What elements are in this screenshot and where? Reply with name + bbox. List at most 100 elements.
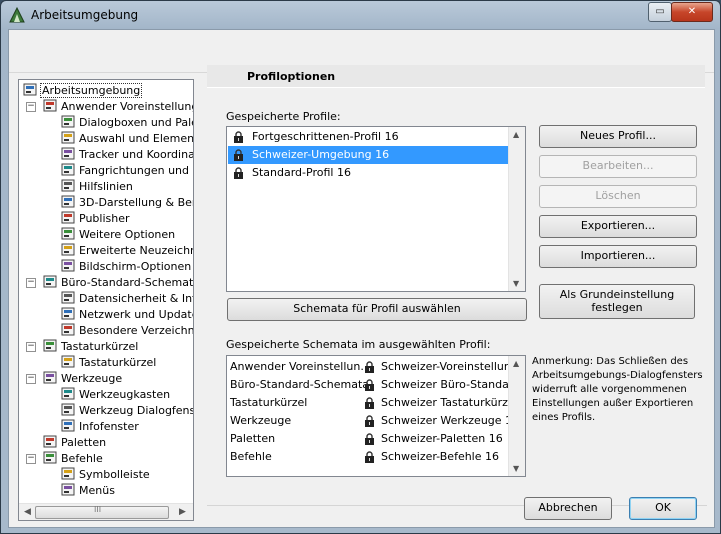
tools-icon [43, 371, 58, 385]
tree-item[interactable]: Tracker und Koordinater [61, 147, 193, 163]
commands-icon [43, 451, 58, 465]
delete-button[interactable]: Löschen [539, 185, 697, 208]
export-button[interactable]: Exportieren... [539, 215, 697, 238]
folder-icon [61, 323, 76, 337]
tree-content: Arbeitsumgebung − Anwender Voreinstellunge… [19, 80, 193, 503]
publisher-icon [61, 211, 76, 225]
tree-item[interactable]: Infofenster [61, 419, 139, 435]
lock-icon [364, 397, 375, 412]
tree-expander-icon[interactable]: − [26, 374, 36, 384]
lock-icon [233, 149, 244, 161]
tree-item[interactable]: Hilfslinien [61, 179, 133, 195]
menus-icon [61, 483, 76, 497]
schemes-scrollbar[interactable]: ▲ ▼ [508, 356, 525, 476]
schemes-list[interactable]: Anwender Voreinstellun... Schweizer-Vorei… [226, 355, 526, 477]
tree-item[interactable]: Bildschirm-Optionen [61, 259, 191, 275]
edit-button[interactable]: Bearbeiten... [539, 155, 697, 178]
tree-item-label: Hilfslinien [79, 180, 133, 193]
app-logo-icon [9, 7, 25, 23]
ok-button[interactable]: OK [629, 497, 697, 520]
section-heading: Profiloptionen [207, 65, 705, 88]
tree-item[interactable]: Tastaturkürzel [43, 339, 138, 355]
tree-item[interactable]: Werkzeugkasten [61, 387, 170, 403]
apply-schemes-button[interactable]: Schemata für Profil auswählen [227, 298, 527, 321]
maximize-button[interactable]: ▭ [648, 2, 672, 22]
scheme-name: Schweizer Werkzeuge 16 [381, 414, 520, 427]
note-text: Anmerkung: Das Schließen des Arbeitsumge… [532, 356, 703, 423]
tree-expander-icon[interactable]: − [26, 278, 36, 288]
3d-icon [61, 195, 76, 209]
tree-item[interactable]: Auswahl und Elementinf [61, 131, 193, 147]
tree-item[interactable]: Tastaturkürzel [61, 355, 156, 371]
tree-item[interactable]: Arbeitsumgebung [23, 83, 143, 99]
profile-name: Standard-Profil 16 [252, 166, 351, 179]
profile-item[interactable]: Schweizer-Umgebung 16 [228, 146, 510, 164]
tree-item[interactable]: Paletten [43, 435, 106, 451]
scroll-up-icon[interactable]: ▲ [513, 130, 519, 139]
tree-item[interactable]: Publisher [61, 211, 130, 227]
set-default-line1: Als Grundeinstellung [559, 288, 675, 301]
close-button[interactable]: ✕ [671, 2, 713, 22]
tree-item[interactable]: Symbolleiste [61, 467, 150, 483]
section-title: Profiloptionen [247, 70, 336, 83]
tree-item-label: Dialogboxen und Palette [79, 116, 193, 129]
tree-item-label: Tastaturkürzel [79, 356, 157, 369]
tree-item-label: Fangrichtungen und Ma [79, 164, 193, 177]
profiles-scrollbar[interactable]: ▲ ▼ [508, 127, 525, 291]
tree-item[interactable]: Erweiterte Neuzeichnen [61, 243, 193, 259]
lock-icon [364, 379, 375, 394]
tree-item[interactable]: Fangrichtungen und Ma [61, 163, 193, 179]
tree-item[interactable]: Datensicherheit & Integ [61, 291, 193, 307]
tree-item[interactable]: Menüs [61, 483, 115, 499]
cancel-button[interactable]: Abbrechen [524, 497, 612, 520]
tree-item[interactable]: Befehle [43, 451, 103, 467]
scroll-down-icon[interactable]: ▼ [513, 279, 519, 288]
scheme-category: Tastaturkürzel [230, 396, 308, 409]
lock-icon [364, 433, 375, 448]
lock-icon [364, 361, 375, 376]
tree-item[interactable]: Werkzeuge [43, 371, 122, 387]
scroll-grip: III [94, 505, 102, 514]
tree-item[interactable]: Dialogboxen und Palette [61, 115, 193, 131]
tree-expander-icon[interactable]: − [26, 454, 36, 464]
office-icon [43, 275, 58, 289]
profile-item[interactable]: Standard-Profil 16 [228, 164, 510, 182]
selection-icon [61, 131, 76, 145]
tree-expander-icon[interactable]: − [26, 342, 36, 352]
scroll-right-icon[interactable]: ▶ [179, 507, 186, 517]
tree-item[interactable]: Anwender Voreinstellungen [43, 99, 193, 115]
saved-profiles-label: Gespeicherte Profile: [226, 110, 341, 123]
tree-item-label: Anwender Voreinstellungen [61, 100, 193, 113]
tree-expander-icon[interactable]: − [26, 102, 36, 112]
scroll-thumb[interactable]: III [35, 505, 169, 519]
tree-item-label: Menüs [79, 484, 115, 497]
profile-name: Schweizer-Umgebung 16 [252, 148, 390, 161]
workenv-icon [23, 83, 38, 97]
profile-item[interactable]: Fortgeschrittenen-Profil 16 [228, 128, 510, 146]
tree-item-label: Besondere Verzeichnisse [79, 324, 193, 337]
scroll-up-icon[interactable]: ▲ [513, 359, 519, 368]
tree-horizontal-scrollbar[interactable]: ◀ III ▶ [19, 503, 193, 520]
scheme-category: Büro-Standard-Schemata [230, 378, 369, 391]
tree-item-label: Werkzeugkasten [79, 388, 171, 401]
tree-item[interactable]: Werkzeug Dialogfenster [61, 403, 193, 419]
tree-item[interactable]: Besondere Verzeichnisse [61, 323, 193, 339]
scroll-left-icon[interactable]: ◀ [24, 507, 31, 517]
settings-tree[interactable]: Arbeitsumgebung − Anwender Voreinstellunge… [18, 79, 194, 521]
tree-item-label: 3D-Darstellung & Berech [79, 196, 193, 209]
tree-item[interactable]: Netzwerk und Update [61, 307, 193, 323]
tree-item-label: Werkzeug Dialogfenster [79, 404, 193, 417]
new-profile-button[interactable]: Neues Profil... [539, 125, 697, 148]
tree-item[interactable]: 3D-Darstellung & Berech [61, 195, 193, 211]
profiles-list[interactable]: Fortgeschrittenen-Profil 16 Schweizer-Umg… [226, 126, 526, 292]
lock-icon [364, 451, 375, 466]
tree-item-label: Bildschirm-Optionen [79, 260, 192, 273]
scheme-category: Befehle [230, 450, 272, 463]
window-title: Arbeitsumgebung [31, 8, 139, 22]
set-default-button[interactable]: Als Grundeinstellung festlegen [539, 284, 695, 319]
scroll-down-icon[interactable]: ▼ [513, 464, 519, 473]
title-bar[interactable]: Arbeitsumgebung ▭ ✕ [1, 1, 720, 29]
import-button[interactable]: Importieren... [539, 245, 697, 268]
tree-item[interactable]: Büro-Standard-Schemata [43, 275, 193, 291]
tree-item[interactable]: Weitere Optionen [61, 227, 175, 243]
